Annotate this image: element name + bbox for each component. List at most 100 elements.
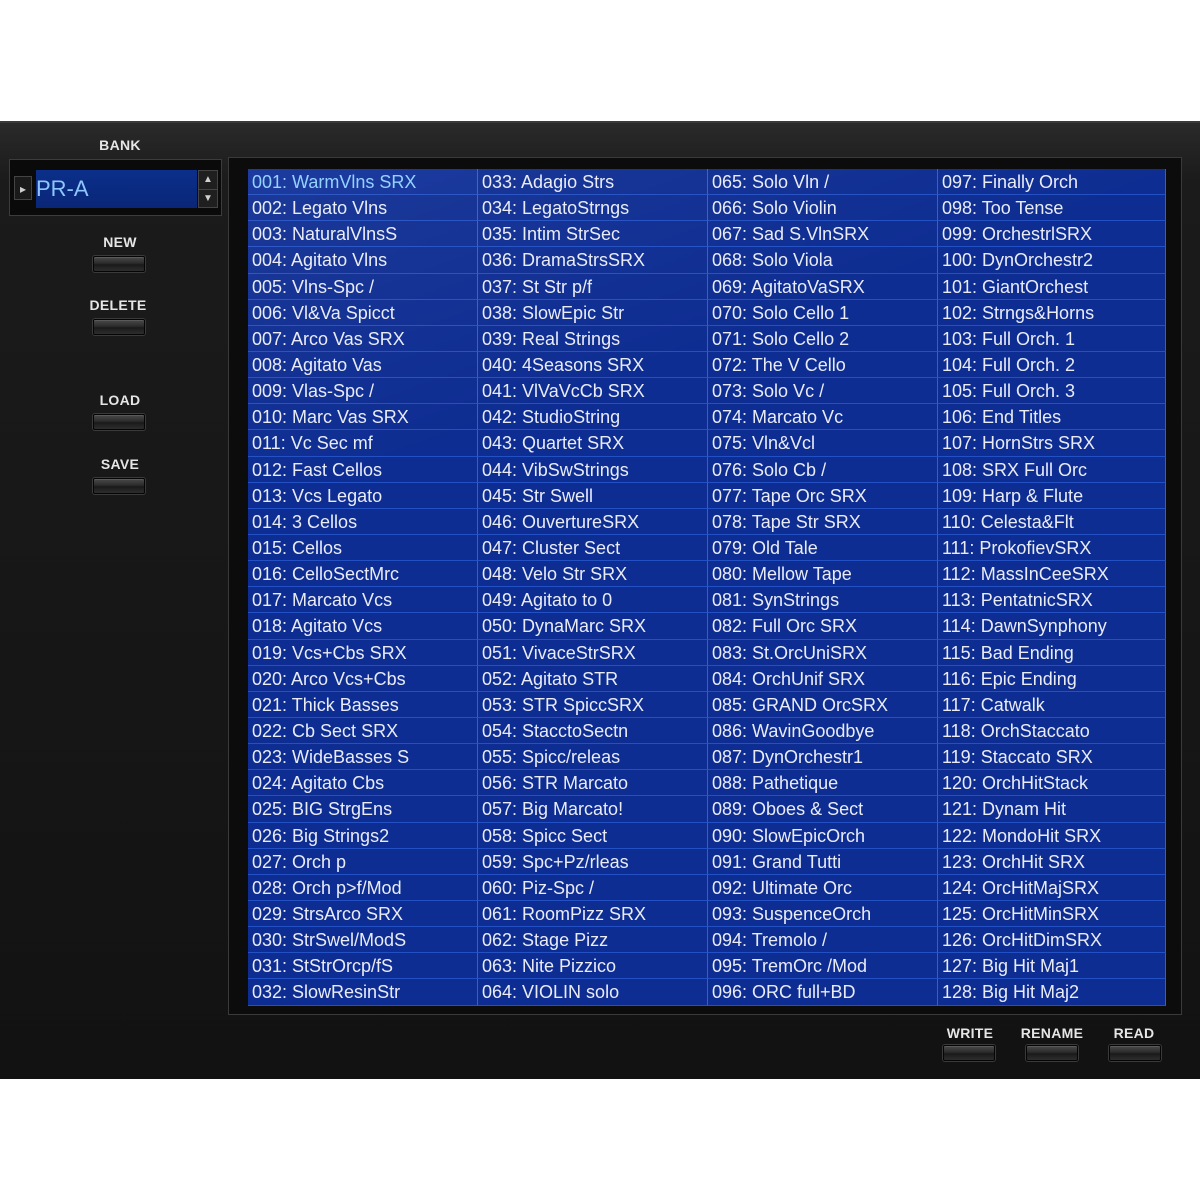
patch-list-item[interactable]: 041: VlVaVcCb SRX — [478, 378, 708, 405]
patch-list-item[interactable]: 021: Thick Basses — [248, 691, 478, 718]
patch-list-item[interactable]: 040: 4Seasons SRX — [478, 351, 708, 379]
patch-list-item[interactable]: 031: StStrOrcp/fS — [248, 953, 478, 980]
patch-list-item[interactable]: 067: Sad S.VlnSRX — [708, 221, 938, 248]
save-button[interactable] — [93, 478, 145, 494]
patch-list-item[interactable]: 033: Adagio Strs — [478, 169, 708, 196]
patch-list-item[interactable]: 113: PentatnicSRX — [938, 587, 1166, 614]
patch-list-item[interactable]: 027: Orch p — [248, 848, 478, 875]
patch-list-item[interactable]: 086: WavinGoodbye — [708, 717, 938, 745]
patch-list-item[interactable]: 116: Epic Ending — [938, 665, 1166, 692]
patch-list-item[interactable]: 037: St Str p/f — [478, 273, 708, 300]
patch-list-item[interactable]: 087: DynOrchestr1 — [708, 744, 938, 771]
patch-list-item[interactable]: 104: Full Orch. 2 — [938, 351, 1166, 379]
patch-list-item[interactable]: 102: Strngs&Horns — [938, 299, 1166, 326]
patch-list-item[interactable]: 016: CelloSectMrc — [248, 561, 478, 588]
patch-list-item[interactable]: 093: SuspenceOrch — [708, 900, 938, 928]
load-button[interactable] — [93, 414, 145, 430]
patch-list-item[interactable]: 069: AgitatoVaSRX — [708, 273, 938, 300]
patch-list-item[interactable]: 026: Big Strings2 — [248, 822, 478, 849]
patch-list-item[interactable]: 110: Celesta&Flt — [938, 508, 1166, 535]
patch-list-item[interactable]: 047: Cluster Sect — [478, 534, 708, 562]
patch-list-item[interactable]: 098: Too Tense — [938, 195, 1166, 222]
patch-list-item[interactable]: 010: Marc Vas SRX — [248, 404, 478, 431]
patch-list-item[interactable]: 119: Staccato SRX — [938, 744, 1166, 771]
patch-list-item[interactable]: 007: Arco Vas SRX — [248, 325, 478, 352]
patch-list-item[interactable]: 063: Nite Pizzico — [478, 953, 708, 980]
patch-list-item[interactable]: 011: Vc Sec mf — [248, 430, 478, 457]
patch-list-item[interactable]: 109: Harp & Flute — [938, 482, 1166, 509]
patch-list-item[interactable]: 035: Intim StrSec — [478, 221, 708, 248]
patch-list-item[interactable]: 024: Agitato Cbs — [248, 770, 478, 797]
patch-list-item[interactable]: 090: SlowEpicOrch — [708, 822, 938, 849]
patch-list-item[interactable]: 032: SlowResinStr — [248, 979, 478, 1006]
patch-list-item[interactable]: 124: OrcHitMajSRX — [938, 874, 1166, 901]
patch-list-item[interactable]: 025: BIG StrgEns — [248, 796, 478, 823]
rename-button[interactable] — [1026, 1045, 1078, 1061]
patch-list-item[interactable]: 012: Fast Cellos — [248, 456, 478, 483]
patch-list-item[interactable]: 039: Real Strings — [478, 325, 708, 352]
patch-list-item[interactable]: 009: Vlas-Spc / — [248, 378, 478, 405]
patch-list-item[interactable]: 103: Full Orch. 1 — [938, 325, 1166, 352]
patch-list-item[interactable]: 123: OrchHit SRX — [938, 848, 1166, 875]
patch-list-item[interactable]: 038: SlowEpic Str — [478, 299, 708, 326]
read-button[interactable] — [1109, 1045, 1161, 1061]
patch-list-item[interactable]: 064: VIOLIN solo — [478, 979, 708, 1006]
patch-list-item[interactable]: 074: Marcato Vc — [708, 404, 938, 431]
patch-list-item[interactable]: 076: Solo Cb / — [708, 456, 938, 483]
patch-list-item[interactable]: 089: Oboes & Sect — [708, 796, 938, 823]
patch-list-item[interactable]: 095: TremOrc /Mod — [708, 953, 938, 980]
patch-list-item[interactable]: 002: Legato Vlns — [248, 195, 478, 222]
patch-list-item[interactable]: 079: Old Tale — [708, 534, 938, 562]
patch-list-item[interactable]: 101: GiantOrchest — [938, 273, 1166, 300]
patch-list-item[interactable]: 070: Solo Cello 1 — [708, 299, 938, 326]
patch-list-item[interactable]: 121: Dynam Hit — [938, 796, 1166, 823]
patch-list-item[interactable]: 005: Vlns-Spc / — [248, 273, 478, 300]
patch-list-item[interactable]: 077: Tape Orc SRX — [708, 482, 938, 509]
patch-list-item[interactable]: 084: OrchUnif SRX — [708, 665, 938, 692]
patch-list-item[interactable]: 065: Solo Vln / — [708, 169, 938, 196]
patch-list-item[interactable]: 082: Full Orc SRX — [708, 613, 938, 640]
patch-list-item[interactable]: 062: Stage Pizz — [478, 927, 708, 954]
patch-list-item[interactable]: 092: Ultimate Orc — [708, 874, 938, 901]
patch-list-item[interactable]: 054: StacctoSectn — [478, 717, 708, 745]
patch-list-item[interactable]: 075: Vln&Vcl — [708, 430, 938, 457]
patch-list-item[interactable]: 028: Orch p>f/Mod — [248, 874, 478, 901]
patch-list-item[interactable]: 100: DynOrchestr2 — [938, 247, 1166, 274]
patch-list-item[interactable]: 004: Agitato Vlns — [248, 247, 478, 274]
patch-list-item[interactable]: 120: OrchHitStack — [938, 770, 1166, 797]
patch-list-item[interactable]: 056: STR Marcato — [478, 770, 708, 797]
patch-list-item[interactable]: 091: Grand Tutti — [708, 848, 938, 875]
patch-list-item[interactable]: 105: Full Orch. 3 — [938, 378, 1166, 405]
patch-list-item[interactable]: 044: VibSwStrings — [478, 456, 708, 483]
triangle-up-icon[interactable]: ▲ — [199, 171, 217, 190]
patch-list-item[interactable]: 029: StrsArco SRX — [248, 900, 478, 928]
patch-list-item[interactable]: 080: Mellow Tape — [708, 561, 938, 588]
write-button[interactable] — [943, 1045, 995, 1061]
patch-list-item[interactable]: 034: LegatoStrngs — [478, 195, 708, 222]
patch-list-item[interactable]: 053: STR SpiccSRX — [478, 691, 708, 718]
patch-list-item[interactable]: 072: The V Cello — [708, 351, 938, 379]
patch-list-item[interactable]: 014: 3 Cellos — [248, 508, 478, 535]
patch-list-item[interactable]: 117: Catwalk — [938, 691, 1166, 718]
patch-list-item[interactable]: 127: Big Hit Maj1 — [938, 953, 1166, 980]
patch-list-item[interactable]: 003: NaturalVlnsS — [248, 221, 478, 248]
patch-list-item[interactable]: 048: Velo Str SRX — [478, 561, 708, 588]
patch-list-item[interactable]: 114: DawnSynphony — [938, 613, 1166, 640]
patch-list-item[interactable]: 017: Marcato Vcs — [248, 587, 478, 614]
patch-list-item[interactable]: 001: WarmVlns SRX — [248, 169, 478, 196]
patch-list-item[interactable]: 055: Spicc/releas — [478, 744, 708, 771]
patch-list-item[interactable]: 022: Cb Sect SRX — [248, 717, 478, 745]
patch-list-item[interactable]: 043: Quartet SRX — [478, 430, 708, 457]
patch-list-item[interactable]: 097: Finally Orch — [938, 169, 1166, 196]
new-button[interactable] — [93, 256, 145, 272]
patch-list-item[interactable]: 020: Arco Vcs+Cbs — [248, 665, 478, 692]
patch-list-item[interactable]: 106: End Titles — [938, 404, 1166, 431]
patch-list-item[interactable]: 060: Piz-Spc / — [478, 874, 708, 901]
patch-list-item[interactable]: 083: St.OrcUniSRX — [708, 639, 938, 666]
patch-list-item[interactable]: 094: Tremolo / — [708, 927, 938, 954]
patch-list-item[interactable]: 085: GRAND OrcSRX — [708, 691, 938, 718]
patch-list-item[interactable]: 078: Tape Str SRX — [708, 508, 938, 535]
patch-list-item[interactable]: 059: Spc+Pz/rleas — [478, 848, 708, 875]
patch-list-item[interactable]: 122: MondoHit SRX — [938, 822, 1166, 849]
patch-list-item[interactable]: 115: Bad Ending — [938, 639, 1166, 666]
